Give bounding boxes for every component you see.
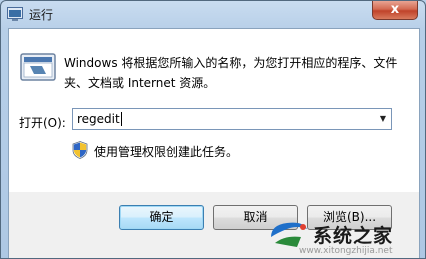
dialog-content: Windows 将根据您所输入的名称，为您打开相应的程序、文件夹、文档或 Int…: [8, 28, 420, 193]
title-bar[interactable]: 运行 x: [1, 1, 425, 27]
run-dialog-window: 运行 x Windows 将根据您所输入的名称，为您打开相应的程序、文件夹、文档…: [0, 0, 426, 259]
run-program-icon: [20, 53, 56, 81]
open-input[interactable]: regedit: [77, 112, 120, 126]
run-app-icon: [7, 7, 23, 21]
admin-note: 使用管理权限创建此任务。: [94, 145, 239, 159]
watermark-url: www.xitongzhijia.net: [299, 246, 393, 256]
watermark-text: 系统之家: [313, 225, 394, 247]
ok-button[interactable]: 确定: [119, 205, 204, 230]
site-watermark: 系统之家 www.xitongzhijia.net: [263, 213, 425, 258]
open-label: 打开(O):: [19, 116, 66, 130]
close-icon: x: [390, 2, 400, 17]
window-title: 运行: [29, 8, 54, 22]
chevron-down-icon[interactable]: ▼: [375, 109, 391, 129]
uac-shield-icon: [72, 141, 88, 159]
close-button[interactable]: x: [372, 1, 418, 20]
open-combobox[interactable]: regedit ▼: [72, 108, 392, 130]
dialog-description: Windows 将根据您所输入的名称，为您打开相应的程序、文件夹、文档或 Int…: [64, 56, 398, 90]
text-cursor: [121, 112, 122, 126]
